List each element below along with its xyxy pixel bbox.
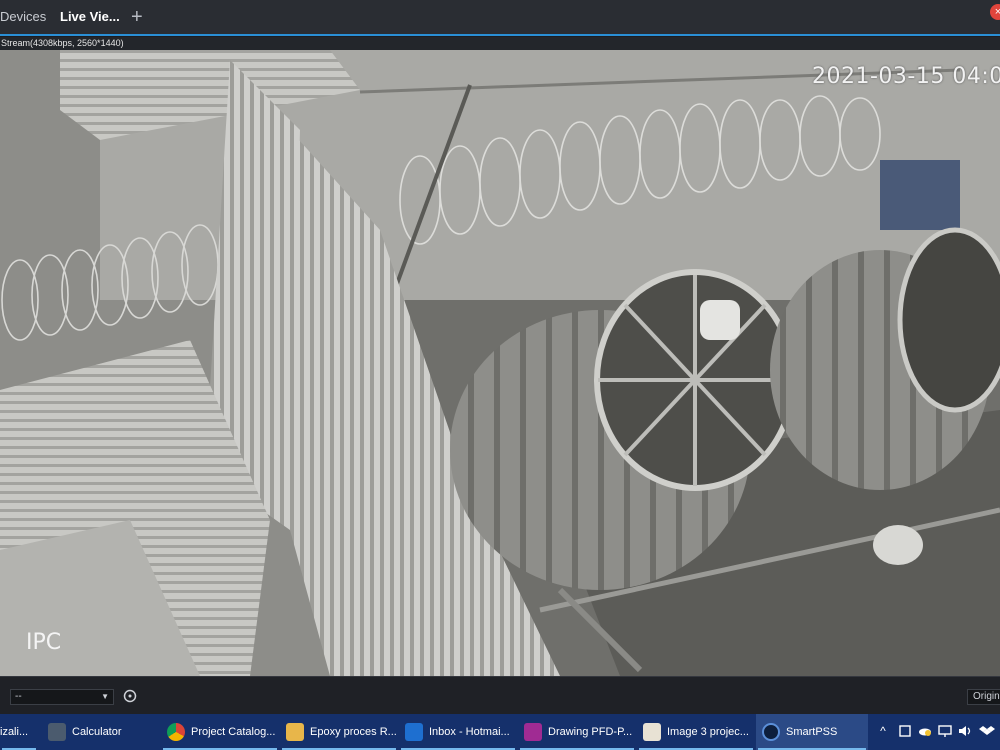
taskbar-item-label: izali... bbox=[0, 726, 29, 738]
taskbar-item-paint[interactable]: Image 3 projec... bbox=[637, 714, 755, 750]
taskbar-item-file-explorer[interactable]: Epoxy proces R... bbox=[280, 714, 398, 750]
app-tab-bar: Devices Live Vie... + × bbox=[0, 0, 1000, 36]
tab-devices[interactable]: Devices bbox=[0, 0, 46, 34]
taskbar-item-drawing-pdf[interactable]: Drawing PFD-P... bbox=[518, 714, 636, 750]
dropbox-icon[interactable] bbox=[979, 723, 995, 739]
mail-icon bbox=[405, 723, 423, 741]
calculator-icon bbox=[48, 723, 66, 741]
os-taskbar: izali... Calculator Project Catalog... E… bbox=[0, 714, 1000, 750]
original-size-button[interactable]: Origina bbox=[967, 689, 1000, 705]
folder-icon bbox=[286, 723, 304, 741]
tray-app-icon[interactable] bbox=[897, 723, 913, 739]
stream-type-dropdown[interactable]: -- ▼ bbox=[10, 689, 114, 705]
taskbar-item-chrome[interactable]: Project Catalog... bbox=[161, 714, 279, 750]
pdf-app-icon bbox=[524, 723, 542, 741]
taskbar-item-label: Inbox - Hotmai... bbox=[429, 726, 510, 738]
camera-image bbox=[0, 50, 1000, 676]
stream-type-value: -- bbox=[15, 691, 22, 702]
osd-camera-name: IPC bbox=[26, 630, 62, 655]
volume-icon[interactable] bbox=[957, 723, 973, 739]
taskbar-item-label: SmartPSS bbox=[786, 726, 838, 738]
taskbar-item-label: Calculator bbox=[72, 726, 122, 738]
show-hidden-icons-chevron[interactable]: ^ bbox=[875, 723, 891, 739]
add-tab-button[interactable]: + bbox=[131, 0, 143, 34]
taskbar-item-calculator[interactable]: Calculator bbox=[42, 714, 160, 750]
taskbar-item-smartpss[interactable]: SmartPSS bbox=[756, 714, 868, 750]
live-video-feed[interactable]: 2021-03-15 04:0 IPC bbox=[0, 50, 1000, 676]
paint-icon bbox=[643, 723, 661, 741]
taskbar-item-label: Drawing PFD-P... bbox=[548, 726, 633, 738]
refresh-icon[interactable] bbox=[122, 688, 138, 704]
taskbar-item-label: Project Catalog... bbox=[191, 726, 276, 738]
tab-live-view[interactable]: Live Vie... bbox=[60, 0, 120, 34]
chrome-icon bbox=[167, 723, 185, 741]
taskbar-item-mail[interactable]: Inbox - Hotmai... bbox=[399, 714, 517, 750]
chevron-down-icon: ▼ bbox=[101, 692, 109, 701]
taskbar-item-visualization[interactable]: izali... bbox=[0, 714, 38, 750]
taskbar-item-label: Epoxy proces R... bbox=[310, 726, 397, 738]
playback-control-bar: -- ▼ Origina bbox=[0, 676, 1000, 714]
smartpss-icon bbox=[762, 723, 780, 741]
network-icon[interactable] bbox=[937, 723, 953, 739]
cloud-icon[interactable] bbox=[917, 723, 933, 739]
osd-timestamp: 2021-03-15 04:0 bbox=[812, 64, 1000, 89]
stream-info-label: Stream(4308kbps, 2560*1440) bbox=[0, 37, 1000, 50]
close-icon[interactable]: × bbox=[990, 4, 1000, 20]
taskbar-item-label: Image 3 projec... bbox=[667, 726, 749, 738]
